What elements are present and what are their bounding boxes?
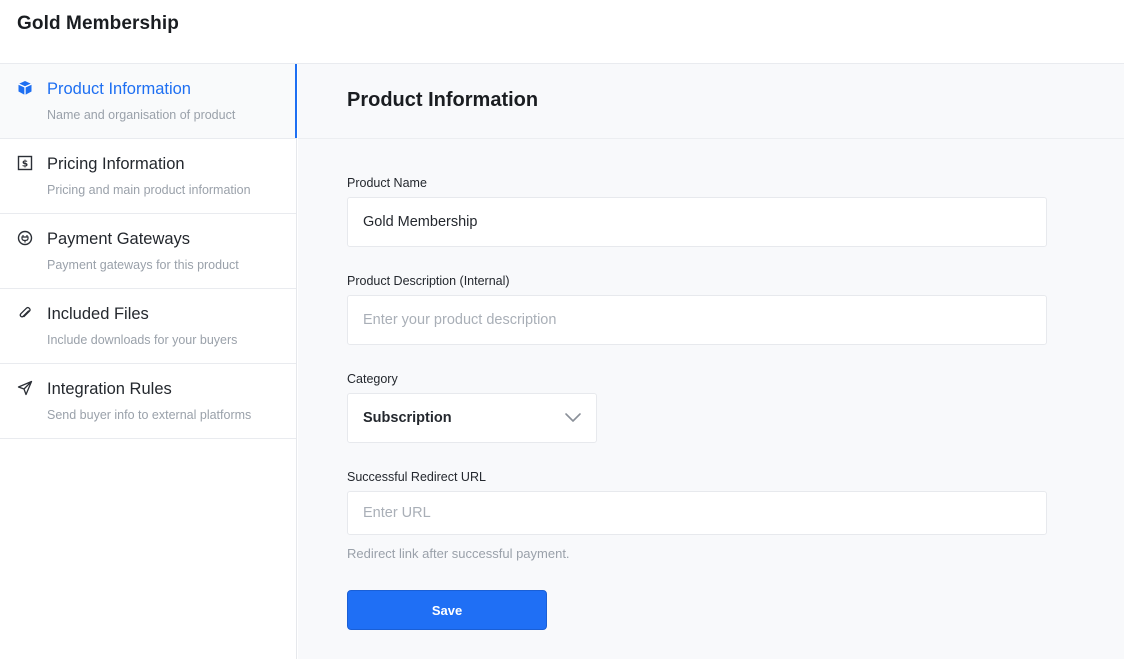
sidebar-item-label: Pricing Information	[47, 155, 185, 173]
paperclip-icon	[17, 305, 33, 321]
sidebar-item-payment-gateways[interactable]: Payment Gateways Payment gateways for th…	[0, 214, 296, 289]
redirect-url-hint: Redirect link after successful payment.	[347, 546, 570, 561]
sidebar-item-label: Integration Rules	[47, 380, 172, 398]
product-description-label: Product Description (Internal)	[347, 274, 510, 288]
top-bar: Gold Membership	[0, 0, 1124, 64]
product-description-input[interactable]	[347, 295, 1047, 345]
product-name-label: Product Name	[347, 176, 427, 190]
box-icon	[17, 80, 33, 96]
chevron-down-icon	[565, 413, 581, 422]
sidebar-item-description: Payment gateways for this product	[47, 258, 239, 272]
category-label: Category	[347, 372, 398, 386]
sidebar-item-description: Include downloads for your buyers	[47, 333, 238, 347]
main-header: Product Information	[298, 64, 1124, 139]
product-name-input[interactable]	[347, 197, 1047, 247]
sidebar: Product Information Name and organisatio…	[0, 64, 297, 659]
sidebar-item-description: Pricing and main product information	[47, 183, 251, 197]
sidebar-item-included-files[interactable]: Included Files Include downloads for you…	[0, 289, 296, 364]
redirect-url-input[interactable]	[347, 491, 1047, 535]
sidebar-item-integration-rules[interactable]: Integration Rules Send buyer info to ext…	[0, 364, 296, 439]
app-title: Gold Membership	[17, 13, 179, 34]
sidebar-item-pricing-information[interactable]: $ Pricing Information Pricing and main p…	[0, 139, 296, 214]
sidebar-item-label: Payment Gateways	[47, 230, 191, 248]
category-select[interactable]: Subscription	[347, 393, 597, 443]
sidebar-item-label: Product Information	[47, 80, 191, 98]
main-panel: Product Information Product Name Product…	[298, 64, 1124, 659]
sidebar-item-product-information[interactable]: Product Information Name and organisatio…	[0, 64, 297, 139]
plug-icon	[17, 230, 33, 246]
category-selected-value: Subscription	[363, 410, 452, 426]
redirect-url-label: Successful Redirect URL	[347, 470, 486, 484]
save-button[interactable]: Save	[347, 590, 547, 630]
sidebar-item-label: Included Files	[47, 305, 149, 323]
sidebar-item-description: Send buyer info to external platforms	[47, 408, 252, 422]
page-title: Product Information	[347, 89, 539, 111]
dollar-receipt-icon: $	[17, 155, 33, 171]
send-icon	[17, 380, 33, 396]
sidebar-item-description: Name and organisation of product	[47, 108, 236, 122]
svg-text:$: $	[22, 160, 28, 170]
